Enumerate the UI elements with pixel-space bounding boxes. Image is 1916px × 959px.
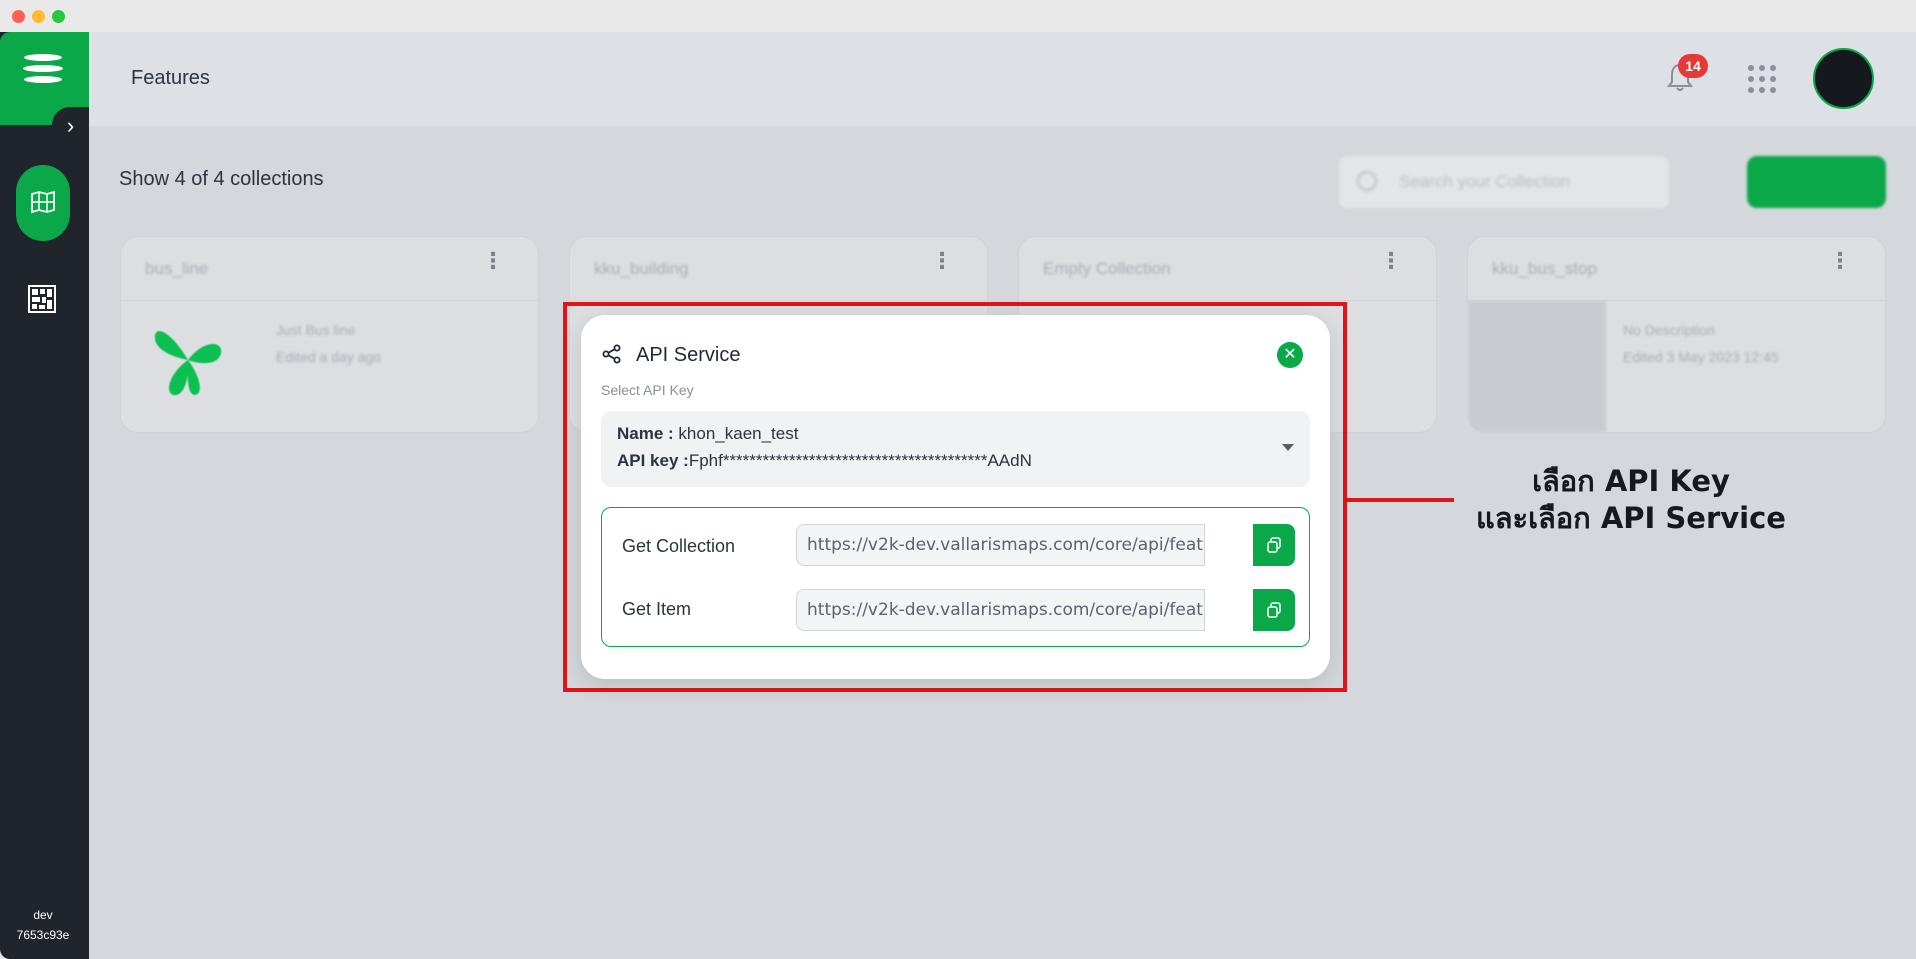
more-options-icon[interactable]: ⋮ (482, 250, 504, 272)
service-url-field[interactable]: https://v2k-dev.vallarismaps.com/core/ap… (796, 589, 1205, 631)
copy-icon (1267, 602, 1281, 618)
key-name-label: Name : (617, 424, 674, 443)
search-placeholder: Search your Collection (1399, 172, 1571, 191)
annotation-line-2: และเลือก API Service (1476, 501, 1786, 535)
api-service-modal: API Service ✕ Select API Key Name : khon… (581, 315, 1330, 679)
apps-grid-icon[interactable] (1747, 64, 1777, 94)
top-header: Features 14 (89, 32, 1916, 126)
callout-line (1347, 498, 1454, 502)
collection-card[interactable]: kku_bus_stop ⋮ No Description Edited 3 M… (1467, 236, 1886, 433)
create-collection-button[interactable] (1747, 156, 1886, 208)
share-icon (602, 344, 621, 364)
more-options-icon[interactable]: ⋮ (931, 250, 953, 272)
collection-card[interactable]: bus_line ⋮ Just Bus line Edited a day ag… (120, 236, 539, 433)
sidebar-item-features[interactable] (16, 165, 70, 241)
tiles-icon (28, 285, 56, 313)
card-desc-line: No Description (1623, 322, 1715, 338)
notification-badge: 14 (1678, 54, 1708, 78)
sidebar-item-tiles[interactable] (28, 285, 56, 318)
window-titlebar (0, 0, 1916, 32)
window-minimize-dot[interactable] (32, 10, 45, 23)
more-options-icon[interactable]: ⋮ (1829, 250, 1851, 272)
build-label: 7653c93e (16, 928, 70, 942)
caret-down-icon[interactable] (1282, 444, 1294, 451)
service-label: Get Collection (622, 536, 736, 556)
card-name: Empty Collection (1043, 259, 1171, 278)
card-description: Just Bus line Edited a day ago (276, 317, 381, 371)
search-icon (1357, 171, 1377, 191)
service-label: Get Item (622, 599, 692, 619)
key-name-row: Name : khon_kaen_test (617, 424, 798, 444)
map-icon (31, 191, 55, 213)
card-edited-line: Edited 3 May 2023 12:45 (1623, 349, 1779, 365)
card-desc-line: Just Bus line (276, 322, 356, 338)
card-name: kku_bus_stop (1492, 259, 1597, 278)
key-value: Fphf************************************… (688, 451, 1032, 470)
copy-icon (1267, 537, 1281, 553)
window-maximize-dot[interactable] (52, 10, 65, 23)
key-value-row: API key :Fphf***************************… (617, 451, 1032, 471)
modal-title: API Service (636, 344, 741, 366)
service-url-field[interactable]: https://v2k-dev.vallarismaps.com/core/ap… (796, 524, 1205, 566)
page-title: Features (131, 67, 210, 89)
card-name: kku_building (594, 259, 689, 278)
key-value-label: API key : (617, 451, 689, 470)
key-name-value: khon_kaen_test (678, 424, 799, 443)
api-key-select[interactable]: Name : khon_kaen_test API key :Fphf*****… (601, 411, 1310, 487)
service-list: Get Collection https://v2k-dev.vallarism… (601, 507, 1310, 647)
search-input[interactable]: Search your Collection (1339, 156, 1669, 208)
collections-count: Show 4 of 4 collections (119, 168, 324, 190)
more-options-icon[interactable]: ⋮ (1380, 250, 1402, 272)
copy-button[interactable] (1253, 589, 1295, 631)
close-icon[interactable]: ✕ (1277, 342, 1303, 368)
avatar[interactable] (1813, 48, 1874, 109)
card-description: No Description Edited 3 May 2023 12:45 (1623, 317, 1779, 371)
annotation-line-1: เลือก API Key (1532, 464, 1730, 498)
card-edited-line: Edited a day ago (276, 349, 382, 365)
select-api-key-label: Select API Key (601, 382, 694, 398)
window-close-dot[interactable] (12, 10, 25, 23)
version-info: dev 7653c93e (0, 905, 86, 945)
chevron-right-icon[interactable]: › (52, 107, 89, 144)
copy-button[interactable] (1253, 524, 1295, 566)
env-label: dev (33, 908, 53, 922)
card-name: bus_line (145, 259, 209, 278)
collection-thumbnail (1468, 301, 1606, 432)
sidebar: › dev 7653c93e (0, 32, 89, 959)
annotation-text: เลือก API Key และเลือก API Service (1466, 463, 1796, 537)
collection-thumbnail (154, 331, 222, 396)
